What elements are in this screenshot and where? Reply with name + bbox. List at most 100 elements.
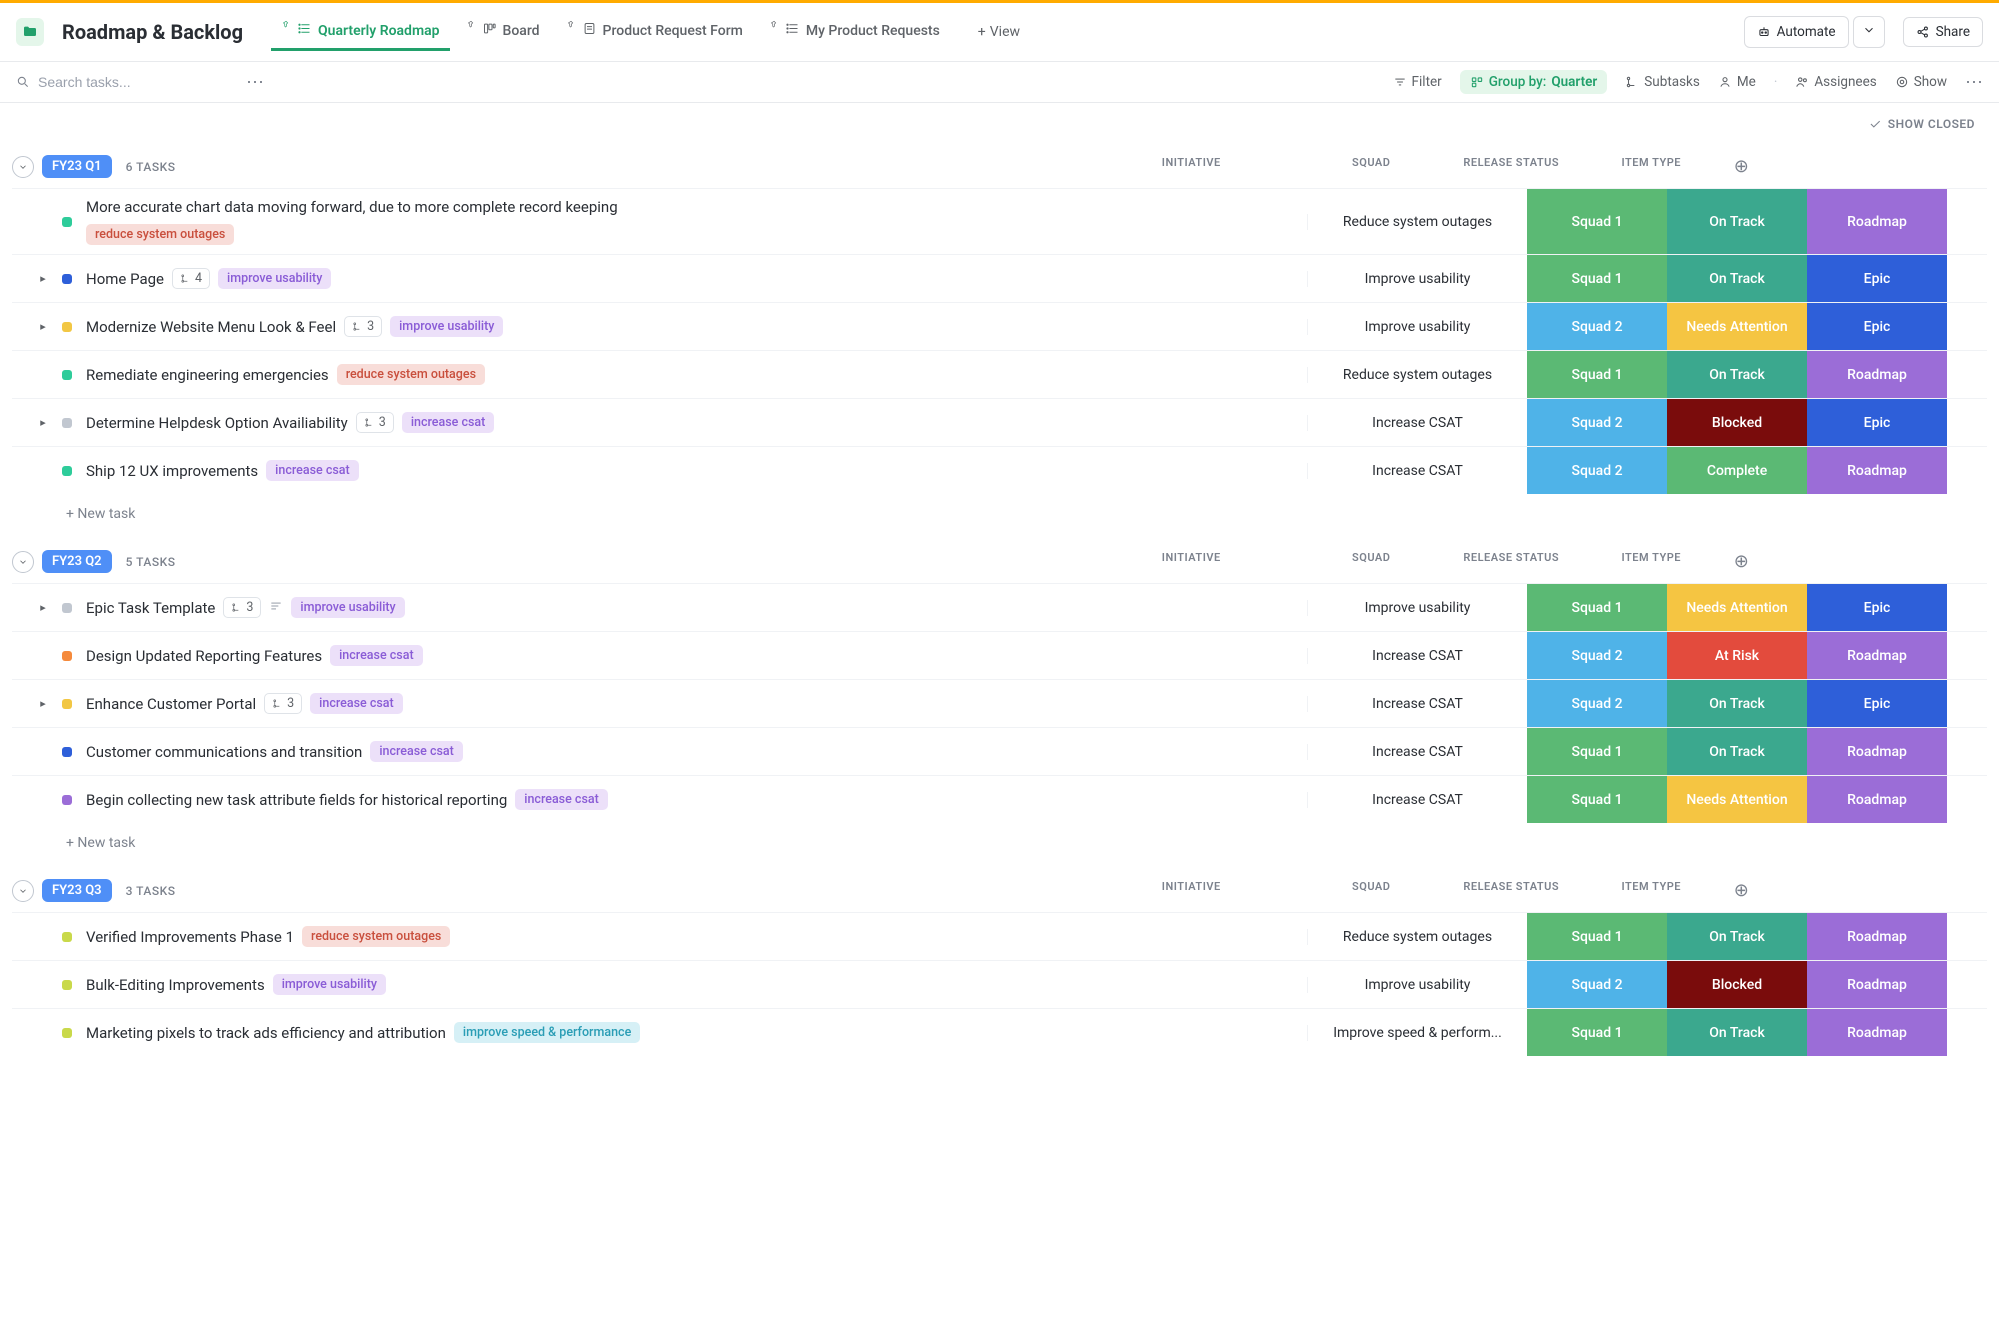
cell-release-status[interactable]: On Track — [1667, 351, 1807, 398]
cell-release-status[interactable]: At Risk — [1667, 632, 1807, 679]
collapse-group-button[interactable] — [12, 880, 34, 902]
tab-quarterly-roadmap[interactable]: Quarterly Roadmap — [271, 13, 449, 51]
search-more-icon[interactable]: ⋯ — [246, 72, 264, 93]
status-square-icon[interactable] — [62, 603, 72, 613]
cell-squad[interactable]: Squad 2 — [1527, 303, 1667, 350]
cell-item-type[interactable]: Epic — [1807, 584, 1947, 631]
task-row[interactable]: ▸Epic Task Template3improve usabilityImp… — [12, 583, 1987, 631]
cell-squad[interactable]: Squad 1 — [1527, 351, 1667, 398]
status-square-icon[interactable] — [62, 795, 72, 805]
tab-my-product-requests[interactable]: My Product Requests — [759, 13, 950, 51]
filter-button[interactable]: Filter — [1393, 74, 1442, 90]
tag-pill[interactable]: increase csat — [370, 741, 463, 762]
expand-toggle[interactable]: ▸ — [34, 272, 52, 285]
expand-toggle[interactable]: ▸ — [34, 320, 52, 333]
status-square-icon[interactable] — [62, 466, 72, 476]
cell-item-type[interactable]: Roadmap — [1807, 351, 1947, 398]
col-header-initiative[interactable]: INITIATIVE — [1081, 551, 1301, 572]
cell-release-status[interactable]: On Track — [1667, 1009, 1807, 1056]
me-button[interactable]: Me — [1718, 74, 1756, 90]
cell-squad[interactable]: Squad 2 — [1527, 632, 1667, 679]
cell-item-type[interactable]: Roadmap — [1807, 913, 1947, 960]
cell-item-type[interactable]: Epic — [1807, 303, 1947, 350]
cell-item-type[interactable]: Roadmap — [1807, 447, 1947, 494]
subtask-count-pill[interactable]: 3 — [356, 412, 394, 433]
folder-icon[interactable] — [16, 18, 44, 46]
cell-item-type[interactable]: Epic — [1807, 399, 1947, 446]
col-header-initiative[interactable]: INITIATIVE — [1081, 156, 1301, 177]
cell-squad[interactable]: Squad 2 — [1527, 680, 1667, 727]
task-row[interactable]: Marketing pixels to track ads efficiency… — [12, 1008, 1987, 1056]
cell-release-status[interactable]: On Track — [1667, 728, 1807, 775]
task-row[interactable]: ▸Home Page4improve usabilityImprove usab… — [12, 254, 1987, 302]
cell-item-type[interactable]: Roadmap — [1807, 189, 1947, 254]
subtasks-button[interactable]: Subtasks — [1625, 74, 1700, 90]
status-square-icon[interactable] — [62, 418, 72, 428]
new-task-button[interactable]: + New task — [12, 823, 1987, 851]
task-row[interactable]: Bulk-Editing Improvementsimprove usabili… — [12, 960, 1987, 1008]
tag-pill[interactable]: reduce system outages — [302, 926, 450, 947]
task-row[interactable]: ▸Modernize Website Menu Look & Feel3impr… — [12, 302, 1987, 350]
status-square-icon[interactable] — [62, 699, 72, 709]
tag-pill[interactable]: increase csat — [310, 693, 403, 714]
cell-release-status[interactable]: Complete — [1667, 447, 1807, 494]
cell-release-status[interactable]: Needs Attention — [1667, 303, 1807, 350]
show-button[interactable]: Show — [1895, 74, 1947, 90]
status-square-icon[interactable] — [62, 274, 72, 284]
expand-toggle[interactable]: ▸ — [34, 416, 52, 429]
automate-dropdown-button[interactable] — [1853, 16, 1885, 48]
cell-initiative[interactable]: Increase CSAT — [1307, 744, 1527, 760]
subtask-count-pill[interactable]: 3 — [264, 693, 302, 714]
collapse-group-button[interactable] — [12, 156, 34, 178]
tab-product-request-form[interactable]: Product Request Form — [556, 13, 753, 51]
add-view-button[interactable]: + View — [968, 16, 1030, 48]
tag-pill[interactable]: increase csat — [330, 645, 423, 666]
task-row[interactable]: Remediate engineering emergenciesreduce … — [12, 350, 1987, 398]
cell-squad[interactable]: Squad 1 — [1527, 189, 1667, 254]
cell-item-type[interactable]: Roadmap — [1807, 776, 1947, 823]
cell-squad[interactable]: Squad 1 — [1527, 584, 1667, 631]
cell-release-status[interactable]: Blocked — [1667, 399, 1807, 446]
tag-pill[interactable]: improve usability — [273, 974, 386, 995]
cell-initiative[interactable]: Increase CSAT — [1307, 463, 1527, 479]
status-square-icon[interactable] — [62, 747, 72, 757]
status-square-icon[interactable] — [62, 1028, 72, 1038]
subtask-count-pill[interactable]: 4 — [172, 268, 210, 289]
add-column-button[interactable]: ⊕ — [1721, 880, 1761, 901]
expand-toggle[interactable]: ▸ — [34, 601, 52, 614]
cell-initiative[interactable]: Increase CSAT — [1307, 415, 1527, 431]
col-header-initiative[interactable]: INITIATIVE — [1081, 880, 1301, 901]
cell-initiative[interactable]: Improve usability — [1307, 271, 1527, 287]
cell-release-status[interactable]: Needs Attention — [1667, 584, 1807, 631]
task-row[interactable]: ▸Enhance Customer Portal3increase csatIn… — [12, 679, 1987, 727]
task-row[interactable]: ▸Determine Helpdesk Option Availiability… — [12, 398, 1987, 446]
add-column-button[interactable]: ⊕ — [1721, 156, 1761, 177]
cell-release-status[interactable]: Blocked — [1667, 961, 1807, 1008]
group-badge[interactable]: FY23 Q2 — [42, 550, 112, 573]
status-square-icon[interactable] — [62, 651, 72, 661]
cell-squad[interactable]: Squad 2 — [1527, 961, 1667, 1008]
col-header-release-status[interactable]: RELEASE STATUS — [1441, 880, 1581, 901]
status-square-icon[interactable] — [62, 932, 72, 942]
task-row[interactable]: Customer communications and transitionin… — [12, 727, 1987, 775]
group-by-button[interactable]: Group by: Quarter — [1460, 70, 1608, 94]
cell-initiative[interactable]: Increase CSAT — [1307, 792, 1527, 808]
cell-release-status[interactable]: On Track — [1667, 913, 1807, 960]
cell-initiative[interactable]: Increase CSAT — [1307, 696, 1527, 712]
subtask-count-pill[interactable]: 3 — [223, 597, 261, 618]
tag-pill[interactable]: increase csat — [515, 789, 608, 810]
tag-pill[interactable]: reduce system outages — [337, 364, 485, 385]
cell-squad[interactable]: Squad 1 — [1527, 728, 1667, 775]
cell-item-type[interactable]: Epic — [1807, 680, 1947, 727]
status-square-icon[interactable] — [62, 322, 72, 332]
new-task-button[interactable]: + New task — [12, 494, 1987, 522]
cell-item-type[interactable]: Roadmap — [1807, 728, 1947, 775]
tag-pill[interactable]: improve usability — [291, 597, 404, 618]
cell-initiative[interactable]: Reduce system outages — [1307, 367, 1527, 383]
cell-release-status[interactable]: On Track — [1667, 255, 1807, 302]
cell-item-type[interactable]: Epic — [1807, 255, 1947, 302]
col-header-item-type[interactable]: ITEM TYPE — [1581, 156, 1721, 177]
expand-toggle[interactable]: ▸ — [34, 697, 52, 710]
cell-item-type[interactable]: Roadmap — [1807, 632, 1947, 679]
task-row[interactable]: Design Updated Reporting Featuresincreas… — [12, 631, 1987, 679]
